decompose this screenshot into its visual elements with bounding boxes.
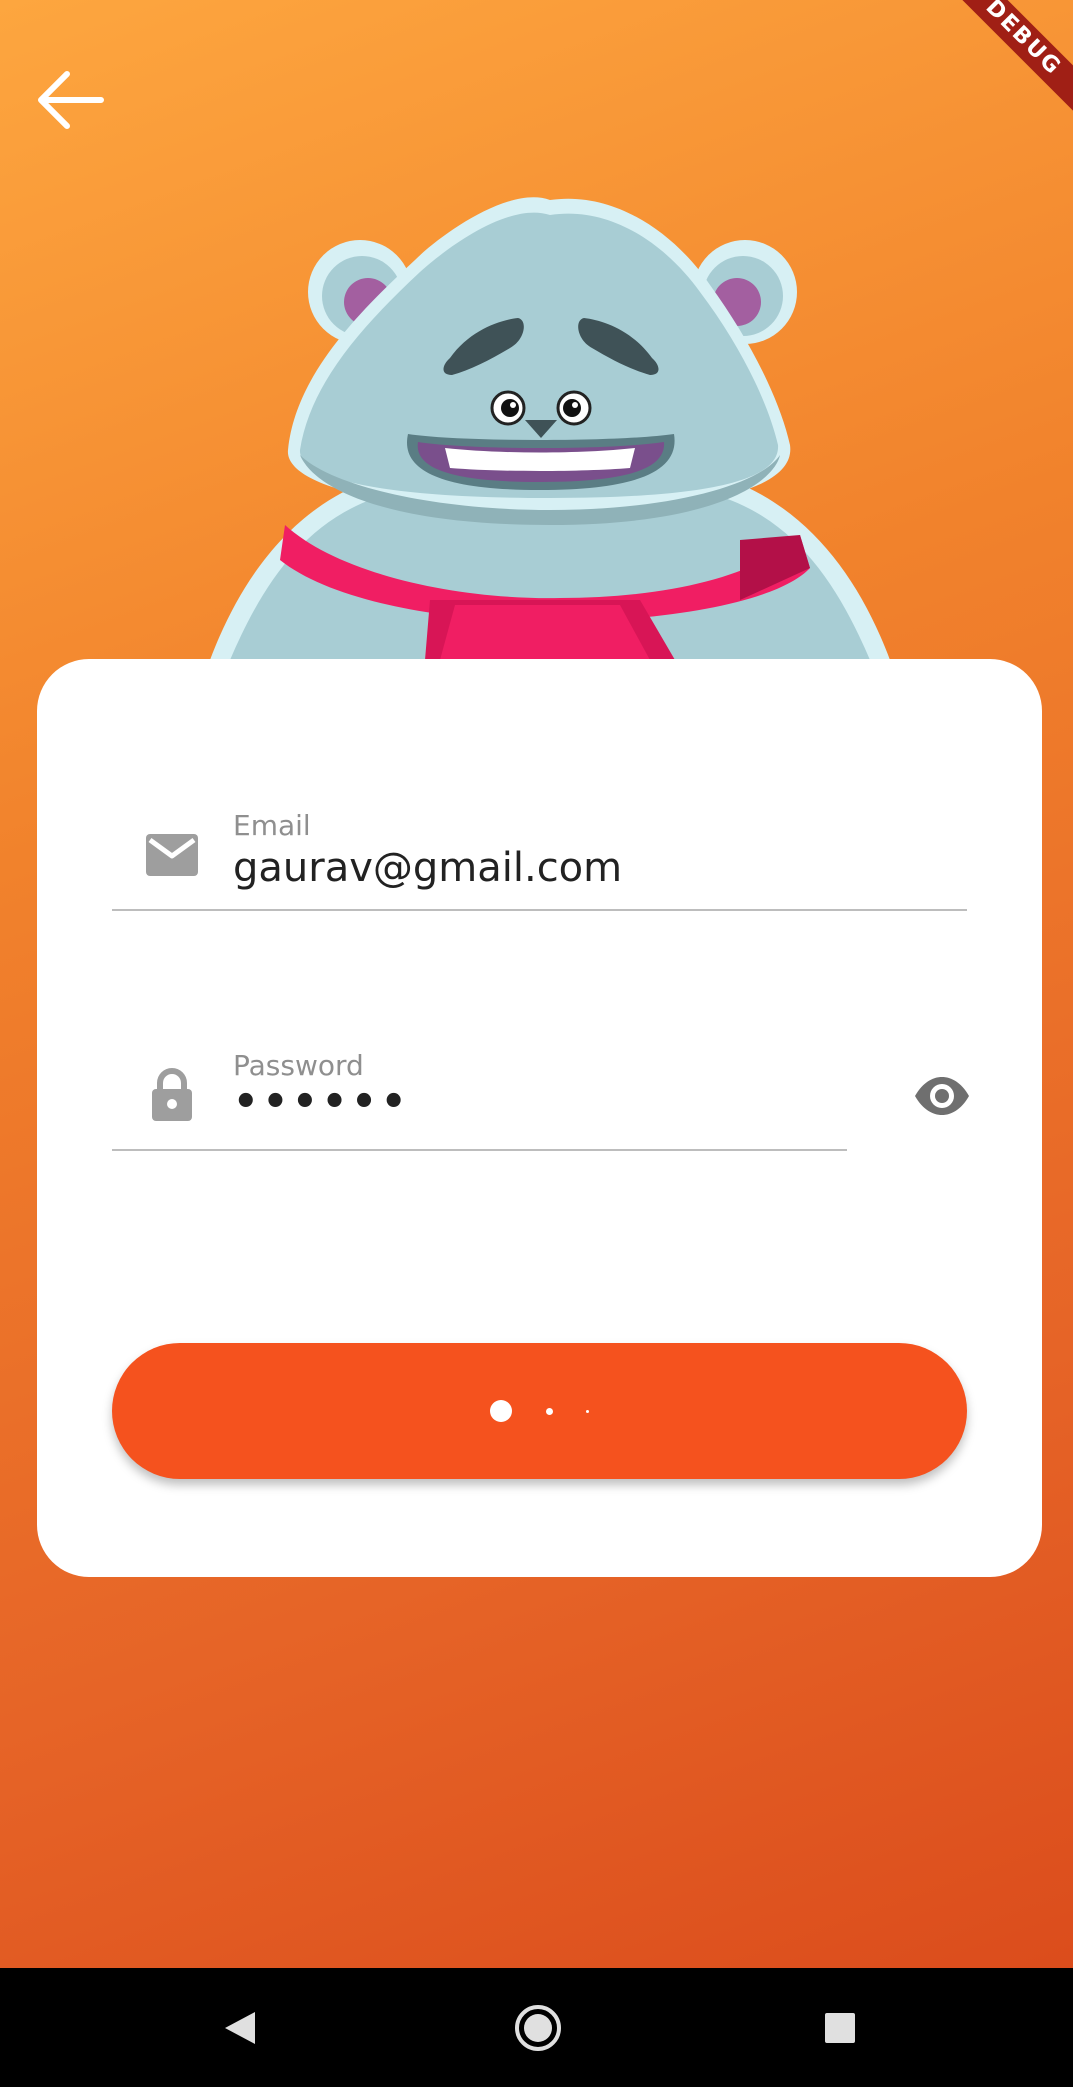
password-field[interactable]: Password ••••••	[112, 1019, 969, 1151]
back-icon	[225, 2011, 255, 2044]
password-underline	[112, 1149, 847, 1151]
debug-banner: DEBUG	[953, 0, 1073, 120]
back-arrow-icon	[38, 71, 104, 129]
loading-indicator	[476, 1400, 602, 1422]
debug-banner-text: DEBUG	[953, 0, 1073, 120]
email-input[interactable]: gaurav@gmail.com	[233, 845, 622, 891]
password-label: Password	[233, 1049, 364, 1082]
email-icon	[144, 827, 200, 883]
back-button[interactable]	[30, 60, 110, 140]
toggle-password-visibility-button[interactable]	[907, 1061, 977, 1131]
bear-mascot-image	[210, 197, 890, 660]
recents-icon	[825, 2012, 855, 2043]
eye-icon	[915, 1077, 969, 1115]
email-field[interactable]: Email gaurav@gmail.com	[112, 779, 967, 911]
password-input[interactable]: ••••••	[233, 1079, 410, 1125]
email-underline	[112, 909, 967, 911]
lock-icon	[144, 1067, 200, 1123]
system-navigation-bar	[0, 1968, 1073, 2087]
system-recents-button[interactable]	[780, 1968, 900, 2087]
system-home-button[interactable]	[478, 1968, 598, 2087]
home-icon	[515, 2004, 561, 2051]
email-label: Email	[233, 809, 311, 842]
login-card: Email gaurav@gmail.com Password ••••••	[37, 659, 1042, 1577]
system-back-button[interactable]	[180, 1968, 300, 2087]
login-button[interactable]	[112, 1343, 967, 1479]
